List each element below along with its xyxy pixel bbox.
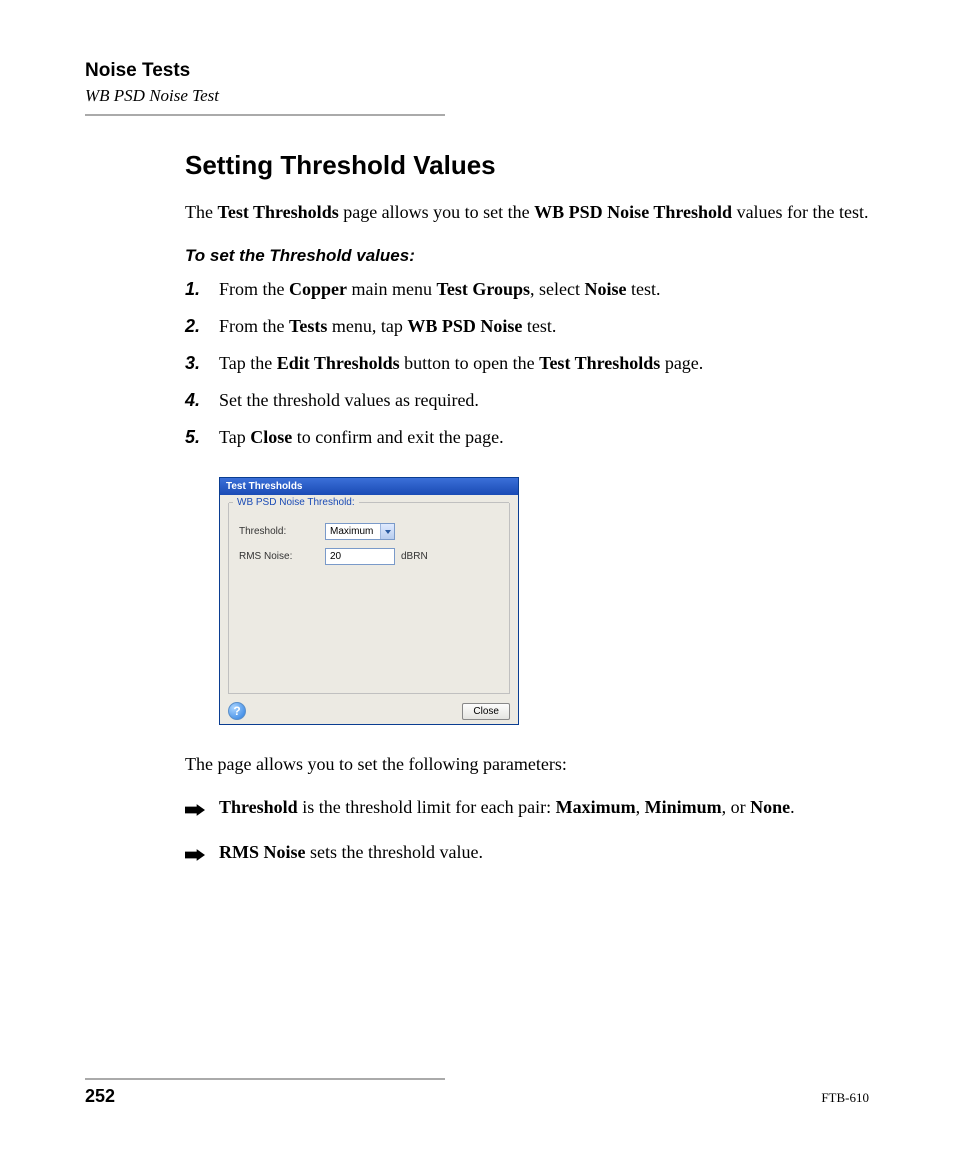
text: From the	[219, 316, 289, 336]
dropdown-value: Maximum	[326, 526, 380, 537]
page-header: Noise Tests WB PSD Noise Test	[85, 60, 869, 116]
step-number: 3.	[185, 350, 219, 377]
fieldset-legend-row: WB PSD Noise Threshold:	[229, 497, 509, 508]
text-bold: Edit Thresholds	[277, 353, 400, 373]
text-bold: Test Thresholds	[217, 202, 338, 222]
rms-noise-row: RMS Noise: 20 dBRN	[239, 548, 499, 565]
list-item: Threshold is the threshold limit for eac…	[185, 794, 869, 825]
threshold-label: Threshold:	[239, 526, 325, 537]
step-text: Set the threshold values as required.	[219, 387, 869, 414]
step-number: 5.	[185, 424, 219, 451]
text-bold: None	[750, 797, 790, 817]
text: page.	[660, 353, 703, 373]
text-bold: RMS Noise	[219, 842, 306, 862]
bullet-text: Threshold is the threshold limit for eac…	[219, 794, 869, 825]
text-bold: Maximum	[556, 797, 636, 817]
step-text: Tap the Edit Thresholds button to open t…	[219, 350, 869, 377]
dialog-body: WB PSD Noise Threshold: Threshold: Maxim…	[220, 495, 518, 724]
help-icon[interactable]: ?	[228, 702, 246, 720]
text: The	[185, 202, 217, 222]
parameters-intro: The page allows you to set the following…	[185, 751, 869, 778]
section-heading: Setting Threshold Values	[185, 150, 869, 181]
text: From the	[219, 279, 289, 299]
text-bold: Copper	[289, 279, 347, 299]
header-subtitle: WB PSD Noise Test	[85, 86, 869, 106]
step-text: From the Copper main menu Test Groups, s…	[219, 276, 869, 303]
text-bold: Noise	[585, 279, 627, 299]
text: is the threshold limit for each pair:	[298, 797, 556, 817]
footer-row: 252 FTB-610	[85, 1086, 869, 1107]
text: Tap	[219, 427, 250, 447]
step-text: Tap Close to confirm and exit the page.	[219, 424, 869, 451]
text: page allows you to set the	[339, 202, 534, 222]
main-content: Setting Threshold Values The Test Thresh…	[185, 150, 869, 870]
rms-noise-input[interactable]: 20	[325, 548, 395, 565]
procedure-steps: 1. From the Copper main menu Test Groups…	[185, 276, 869, 451]
close-button[interactable]: Close	[462, 703, 510, 720]
text: .	[790, 797, 795, 817]
dialog-footer: ? Close	[228, 700, 510, 720]
embedded-screenshot: Test Thresholds WB PSD Noise Threshold: …	[219, 477, 869, 725]
text: values for the test.	[732, 202, 868, 222]
step-text: From the Tests menu, tap WB PSD Noise te…	[219, 313, 869, 340]
text: , select	[530, 279, 584, 299]
footer-divider	[85, 1078, 445, 1080]
arrow-icon	[185, 839, 219, 870]
text: Set the threshold values as required.	[219, 390, 479, 410]
text: menu, tap	[327, 316, 407, 336]
arrow-icon	[185, 794, 219, 825]
threshold-row: Threshold: Maximum	[239, 523, 499, 540]
threshold-fieldset: WB PSD Noise Threshold: Threshold: Maxim…	[228, 503, 510, 694]
page-number: 252	[85, 1086, 115, 1107]
text: , or	[722, 797, 751, 817]
header-divider	[85, 114, 445, 116]
rms-noise-unit: dBRN	[401, 551, 428, 562]
text: to confirm and exit the page.	[292, 427, 503, 447]
text-bold: Close	[250, 427, 292, 447]
text-bold: WB PSD Noise	[407, 316, 522, 336]
step-number: 2.	[185, 313, 219, 340]
procedure-heading: To set the Threshold values:	[185, 246, 869, 266]
bullet-text: RMS Noise sets the threshold value.	[219, 839, 869, 870]
fieldset-legend: WB PSD Noise Threshold:	[233, 497, 359, 508]
step-item: 3. Tap the Edit Thresholds button to ope…	[185, 350, 869, 377]
text: button to open the	[400, 353, 539, 373]
text-bold: Threshold	[219, 797, 298, 817]
text: ,	[636, 797, 645, 817]
dropdown-button[interactable]	[380, 524, 394, 539]
dialog-titlebar: Test Thresholds	[220, 478, 518, 495]
step-number: 4.	[185, 387, 219, 414]
page-footer: 252 FTB-610	[85, 1078, 869, 1107]
text-bold: Test Thresholds	[539, 353, 660, 373]
test-thresholds-dialog: Test Thresholds WB PSD Noise Threshold: …	[219, 477, 519, 725]
text: main menu	[347, 279, 436, 299]
list-item: RMS Noise sets the threshold value.	[185, 839, 869, 870]
chevron-down-icon	[385, 530, 391, 534]
intro-paragraph: The Test Thresholds page allows you to s…	[185, 199, 869, 226]
step-item: 2. From the Tests menu, tap WB PSD Noise…	[185, 313, 869, 340]
step-item: 4. Set the threshold values as required.	[185, 387, 869, 414]
text-bold: Tests	[289, 316, 327, 336]
text: test.	[522, 316, 556, 336]
header-title: Noise Tests	[85, 60, 869, 82]
rms-noise-label: RMS Noise:	[239, 551, 325, 562]
text: Tap the	[219, 353, 277, 373]
text: test.	[627, 279, 661, 299]
text-bold: Minimum	[645, 797, 722, 817]
threshold-dropdown[interactable]: Maximum	[325, 523, 395, 540]
step-item: 1. From the Copper main menu Test Groups…	[185, 276, 869, 303]
parameters-list: Threshold is the threshold limit for eac…	[185, 794, 869, 870]
step-number: 1.	[185, 276, 219, 303]
step-item: 5. Tap Close to confirm and exit the pag…	[185, 424, 869, 451]
text-bold: Test Groups	[436, 279, 530, 299]
text: sets the threshold value.	[306, 842, 483, 862]
text-bold: WB PSD Noise Threshold	[534, 202, 732, 222]
document-id: FTB-610	[821, 1090, 869, 1106]
